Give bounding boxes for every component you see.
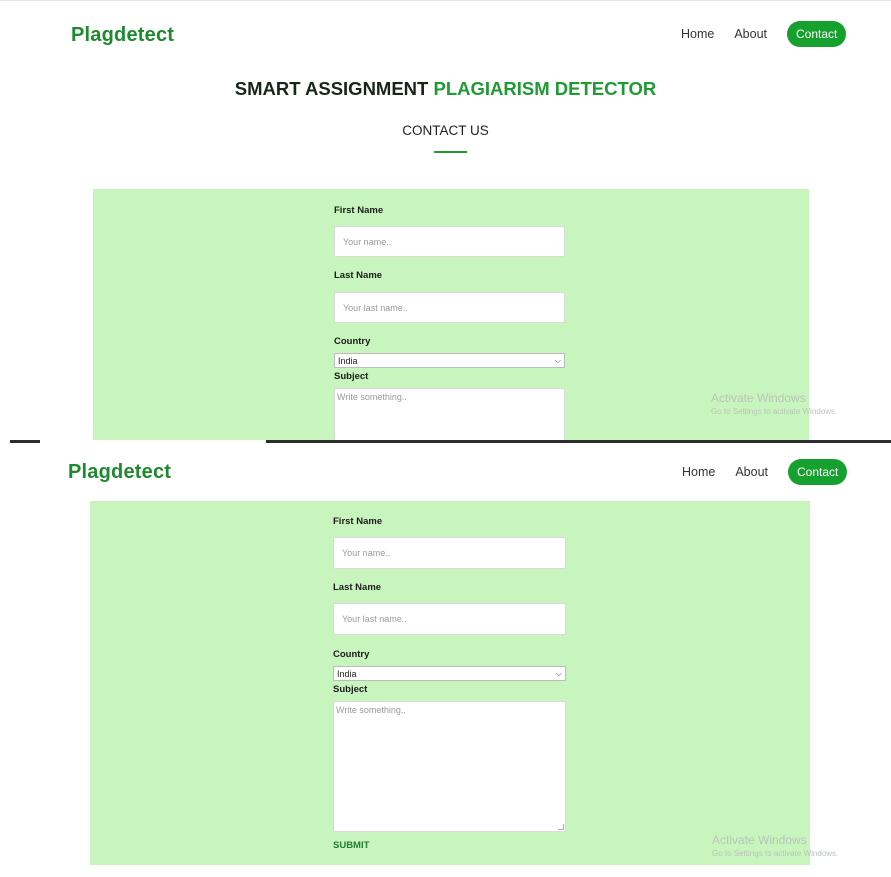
last-name-input[interactable]: Your last name..: [334, 292, 565, 323]
top-nav: Home About Contact: [682, 459, 848, 485]
country-select[interactable]: India ⌵: [334, 353, 565, 368]
country-label: Country: [333, 649, 370, 660]
subject-placeholder: Write something..: [336, 705, 406, 715]
country-label: Country: [334, 336, 371, 347]
screenshot-bottom: Plagdetect Home About Contact First Name…: [0, 445, 891, 877]
nav-contact-button[interactable]: Contact: [788, 459, 848, 485]
last-name-label: Last Name: [334, 270, 383, 281]
page-title: SMART ASSIGNMENT PLAGIARISM DETECTOR: [0, 78, 891, 100]
contact-form-panel: First Name Your name.. Last Name Your la…: [90, 501, 810, 865]
submit-button[interactable]: SUBMIT: [333, 840, 369, 851]
first-name-label: First Name: [333, 516, 383, 527]
contact-form-panel: First Name Your name.. Last Name Your la…: [93, 189, 809, 442]
nav-about-link[interactable]: About: [734, 27, 767, 41]
brand-logo[interactable]: Plagdetect: [68, 461, 171, 484]
brand-logo[interactable]: Plagdetect: [71, 24, 174, 47]
watermark-subtitle: Go to Settings to activate Windows.: [712, 849, 839, 858]
watermark-title: Activate Windows: [711, 391, 806, 405]
subject-label: Subject: [334, 371, 369, 382]
chevron-down-icon: ⌵: [554, 355, 561, 365]
country-select[interactable]: India ⌵: [333, 666, 566, 681]
nav-about-link[interactable]: About: [735, 465, 768, 479]
first-name-label: First Name: [334, 205, 384, 216]
screenshot-top: Plagdetect Home About Contact SMART ASSI…: [0, 0, 891, 442]
top-nav: Home About Contact: [681, 21, 847, 47]
last-name-input[interactable]: Your last name..: [333, 603, 566, 635]
page-title-accent: PLAGIARISM DETECTOR: [433, 78, 657, 99]
first-name-input[interactable]: Your name..: [334, 226, 565, 257]
nav-home-link[interactable]: Home: [681, 27, 714, 41]
watermark-subtitle: Go to Settings to activate Windows.: [711, 407, 838, 416]
first-name-input[interactable]: Your name..: [333, 537, 566, 569]
divider-gap: [40, 440, 266, 443]
subject-label: Subject: [333, 684, 368, 695]
nav-home-link[interactable]: Home: [682, 465, 715, 479]
subject-textarea[interactable]: Write something..: [333, 701, 566, 832]
page-title-part1: SMART ASSIGNMENT: [234, 78, 434, 99]
subject-textarea[interactable]: Write something..: [334, 388, 565, 442]
section-heading: CONTACT US: [402, 123, 489, 138]
country-select-value: India: [338, 355, 358, 366]
last-name-label: Last Name: [333, 582, 382, 593]
resize-handle-icon[interactable]: [558, 824, 564, 830]
activate-windows-watermark: Activate Windows Go to Settings to activ…: [712, 833, 838, 858]
country-select-value: India: [337, 668, 357, 679]
watermark-title: Activate Windows: [712, 833, 807, 847]
activate-windows-watermark: Activate Windows Go to Settings to activ…: [711, 391, 837, 416]
chevron-down-icon: ⌵: [555, 668, 562, 678]
heading-underline: [434, 151, 467, 153]
nav-contact-button[interactable]: Contact: [787, 21, 847, 47]
